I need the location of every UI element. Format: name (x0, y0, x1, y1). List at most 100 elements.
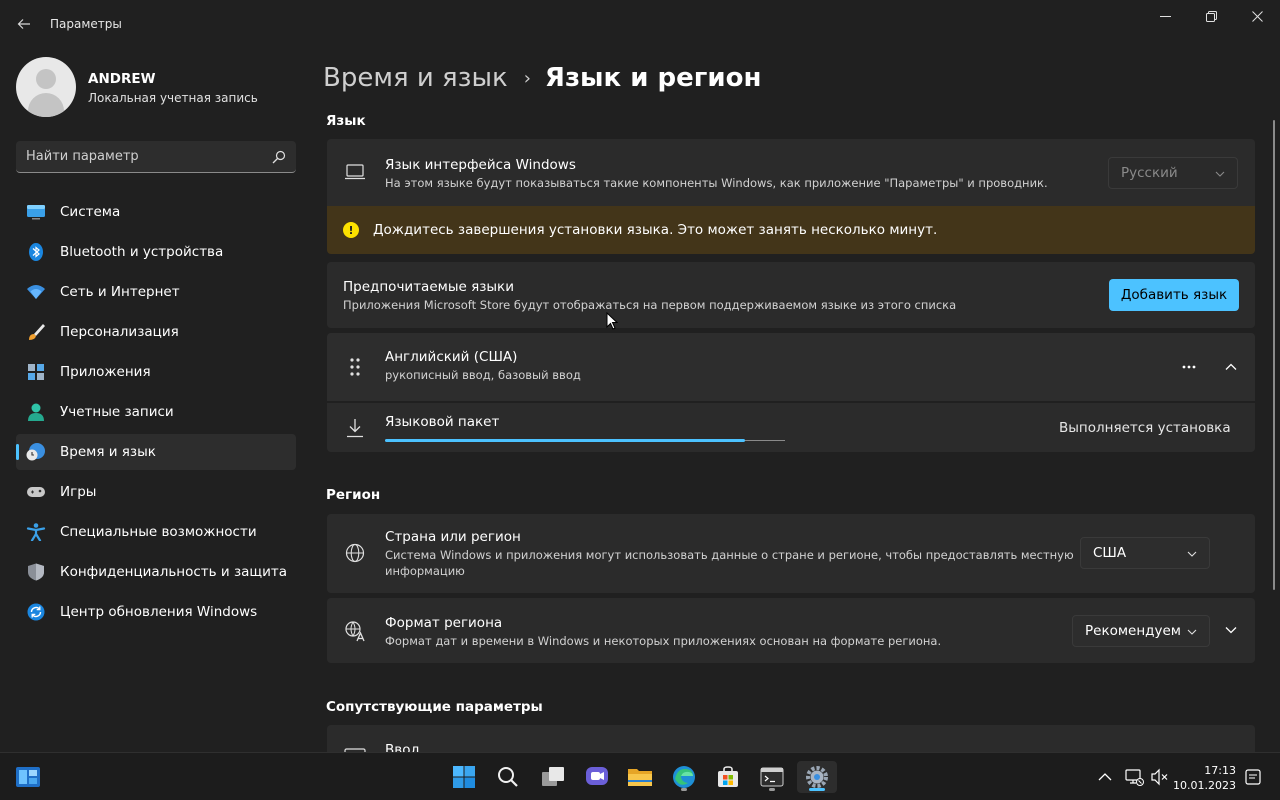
store-icon (718, 766, 738, 787)
display-language-dropdown[interactable]: Русский (1108, 157, 1238, 189)
chevron-down-icon (1225, 627, 1237, 634)
gamepad-icon (27, 487, 45, 497)
display-icon (27, 205, 45, 220)
update-icon (27, 603, 45, 621)
sidebar-item-accessibility[interactable]: Специальные возможности (16, 514, 296, 550)
language-english-us[interactable]: Английский (США) рукописный ввод, базовы… (327, 333, 1255, 401)
apps-icon (28, 364, 44, 380)
display-language-description: На этом языке будут показываться такие к… (385, 176, 1048, 190)
sidebar-item-network[interactable]: Сеть и Интернет (16, 274, 296, 310)
expand-button[interactable] (1217, 618, 1245, 642)
bluetooth-icon (29, 243, 43, 261)
regional-format-dropdown[interactable]: Рекомендуем (1072, 615, 1210, 647)
country-region-value: США (1093, 545, 1127, 561)
sidebar-item-gaming[interactable]: Игры (16, 474, 296, 510)
language-pack-row: Языковой пакет Выполняется установка (327, 403, 1255, 452)
search-icon[interactable] (272, 150, 286, 164)
typing-title: Ввод (385, 742, 420, 752)
country-region-description-2: информацию (385, 564, 465, 578)
app-title: Параметры (50, 17, 122, 31)
title-bar: Параметры (0, 0, 1280, 48)
sidebar-item-apps[interactable]: Приложения (16, 354, 296, 390)
sidebar-item-windows-update[interactable]: Центр обновления Windows (16, 594, 296, 630)
sidebar-item-label: Сеть и Интернет (60, 284, 180, 300)
chevron-down-icon (1187, 551, 1197, 557)
restore-icon (1205, 10, 1217, 22)
more-options-button[interactable] (1175, 355, 1203, 379)
settings-button[interactable] (797, 761, 837, 793)
language-pack-title: Языковой пакет (385, 414, 500, 430)
running-indicator (769, 788, 775, 791)
sidebar-item-bluetooth[interactable]: Bluetooth и устройства (16, 234, 296, 270)
sidebar-item-label: Персонализация (60, 324, 179, 340)
edge-icon (673, 766, 695, 788)
user-name: ANDREW (88, 71, 156, 87)
back-button[interactable] (10, 10, 38, 38)
search-taskbar-button[interactable] (488, 761, 528, 793)
display-language-title: Язык интерфейса Windows (385, 157, 576, 173)
user-profile[interactable]: ANDREW Локальная учетная запись (16, 57, 296, 119)
notifications-button[interactable] (1244, 768, 1262, 786)
scrollbar[interactable] (1273, 120, 1275, 590)
store-button[interactable] (708, 761, 748, 793)
chat-button[interactable] (577, 761, 617, 793)
more-icon (1182, 365, 1196, 369)
settings-icon (806, 766, 828, 788)
breadcrumb-parent[interactable]: Время и язык (323, 63, 508, 93)
sidebar-item-label: Система (60, 204, 121, 220)
file-explorer-icon (628, 769, 652, 786)
collapse-button[interactable] (1217, 355, 1245, 379)
page-title: Язык и регион (544, 63, 762, 93)
section-title-related: Сопутствующие параметры (326, 699, 543, 715)
sidebar-item-privacy[interactable]: Конфиденциальность и защита (16, 554, 296, 590)
task-view-button[interactable] (533, 761, 573, 793)
sidebar-item-personalization[interactable]: Персонализация (16, 314, 296, 350)
section-title-region: Регион (326, 487, 381, 503)
sidebar-item-label: Специальные возможности (60, 524, 257, 540)
network-tray-button[interactable] (1124, 767, 1144, 787)
search-input[interactable] (26, 141, 256, 172)
person-icon (28, 403, 44, 421)
chat-icon (586, 767, 608, 785)
brush-icon (29, 324, 45, 340)
chevron-down-icon (1187, 629, 1197, 635)
show-hidden-icons-button[interactable] (1096, 768, 1114, 786)
minimize-button[interactable] (1142, 0, 1188, 32)
volume-tray-button[interactable] (1150, 767, 1170, 787)
close-icon (1251, 10, 1263, 22)
wifi-icon (27, 285, 45, 299)
avatar (16, 57, 76, 117)
sidebar-item-system[interactable]: Система (16, 194, 296, 230)
typing-card[interactable]: Ввод (327, 725, 1255, 752)
section-title-language: Язык (326, 113, 366, 129)
mouse-cursor-icon (606, 312, 618, 330)
widgets-button[interactable] (8, 761, 48, 793)
edge-button[interactable] (664, 761, 704, 793)
volume-muted-icon (1151, 768, 1168, 786)
maximize-button[interactable] (1188, 0, 1234, 32)
search-box[interactable] (16, 141, 296, 173)
start-button[interactable] (444, 761, 484, 793)
shield-icon (28, 563, 44, 581)
preferred-languages-card: Предпочитаемые языки Приложения Microsof… (327, 262, 1255, 328)
add-language-button[interactable]: Добавить язык (1109, 279, 1239, 311)
regional-format-card[interactable]: Формат региона Формат дат и времени в Wi… (327, 598, 1255, 663)
file-explorer-button[interactable] (620, 761, 660, 793)
taskbar: 17:13 10.01.2023 (0, 752, 1280, 800)
language-pack-progress (385, 439, 785, 442)
chevron-up-icon (1098, 773, 1112, 781)
keyboard-icon (344, 748, 366, 752)
sidebar-item-time-language[interactable]: Время и язык (16, 434, 296, 470)
sidebar-item-accounts[interactable]: Учетные записи (16, 394, 296, 430)
close-button[interactable] (1234, 0, 1280, 32)
preferred-languages-title: Предпочитаемые языки (343, 279, 514, 295)
progress-fill (385, 439, 745, 442)
terminal-button[interactable] (752, 761, 792, 793)
drag-handle-icon[interactable] (344, 356, 366, 378)
clock[interactable]: 17:13 10.01.2023 (1173, 763, 1236, 793)
language-name: Английский (США) (385, 349, 518, 365)
globe-icon (345, 543, 365, 563)
active-indicator (809, 788, 825, 791)
country-region-dropdown[interactable]: США (1080, 537, 1210, 569)
widgets-icon (16, 767, 40, 787)
